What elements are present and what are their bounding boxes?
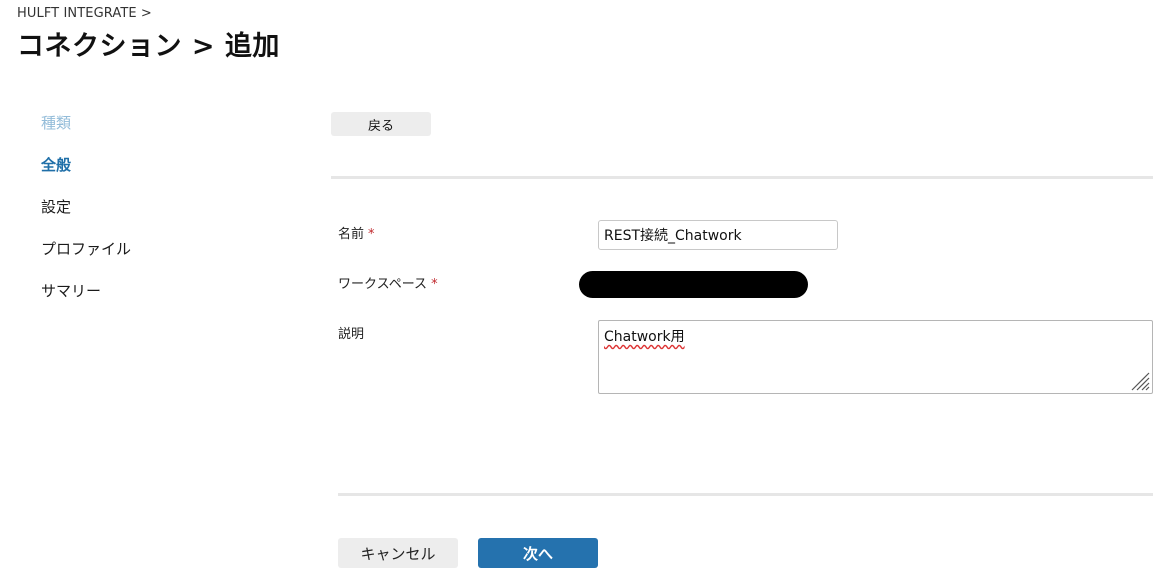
description-label-text: 説明 (338, 327, 365, 342)
step-settings: 設定 (41, 198, 72, 216)
workspace-field-label: ワークスペース * (338, 273, 438, 292)
next-button[interactable]: 次へ (478, 538, 598, 568)
description-text: Chatwork用 (604, 329, 685, 345)
name-label-text: 名前 (338, 227, 365, 242)
workspace-label-text: ワークスペース (338, 277, 428, 292)
cancel-button[interactable]: キャンセル (338, 538, 458, 568)
step-summary: サマリー (41, 282, 102, 300)
resize-grip-icon[interactable] (1128, 369, 1150, 391)
step-type[interactable]: 種類 (41, 110, 131, 152)
connection-add-page: HULFT INTEGRATE > コネクション > 追加 種類 全般 設定 プ… (0, 0, 1171, 577)
page-title: コネクション > 追加 (17, 31, 280, 62)
section-divider-bottom (338, 493, 1153, 496)
back-button[interactable]: 戻る (331, 112, 431, 136)
workspace-select-redacted[interactable] (579, 271, 808, 298)
description-textarea[interactable]: Chatwork用 (598, 320, 1153, 394)
name-field-label: 名前 * (338, 223, 375, 242)
step-general: 全般 (41, 156, 72, 174)
name-input[interactable] (598, 220, 838, 250)
description-field-label: 説明 (338, 323, 364, 342)
section-divider-top (331, 176, 1153, 179)
workspace-required-mark: * (431, 277, 438, 292)
breadcrumb[interactable]: HULFT INTEGRATE > (17, 6, 152, 21)
name-required-mark: * (368, 227, 375, 242)
step-profile: プロファイル (41, 240, 132, 258)
wizard-steps: 種類 全般 設定 プロファイル サマリー (41, 110, 131, 320)
